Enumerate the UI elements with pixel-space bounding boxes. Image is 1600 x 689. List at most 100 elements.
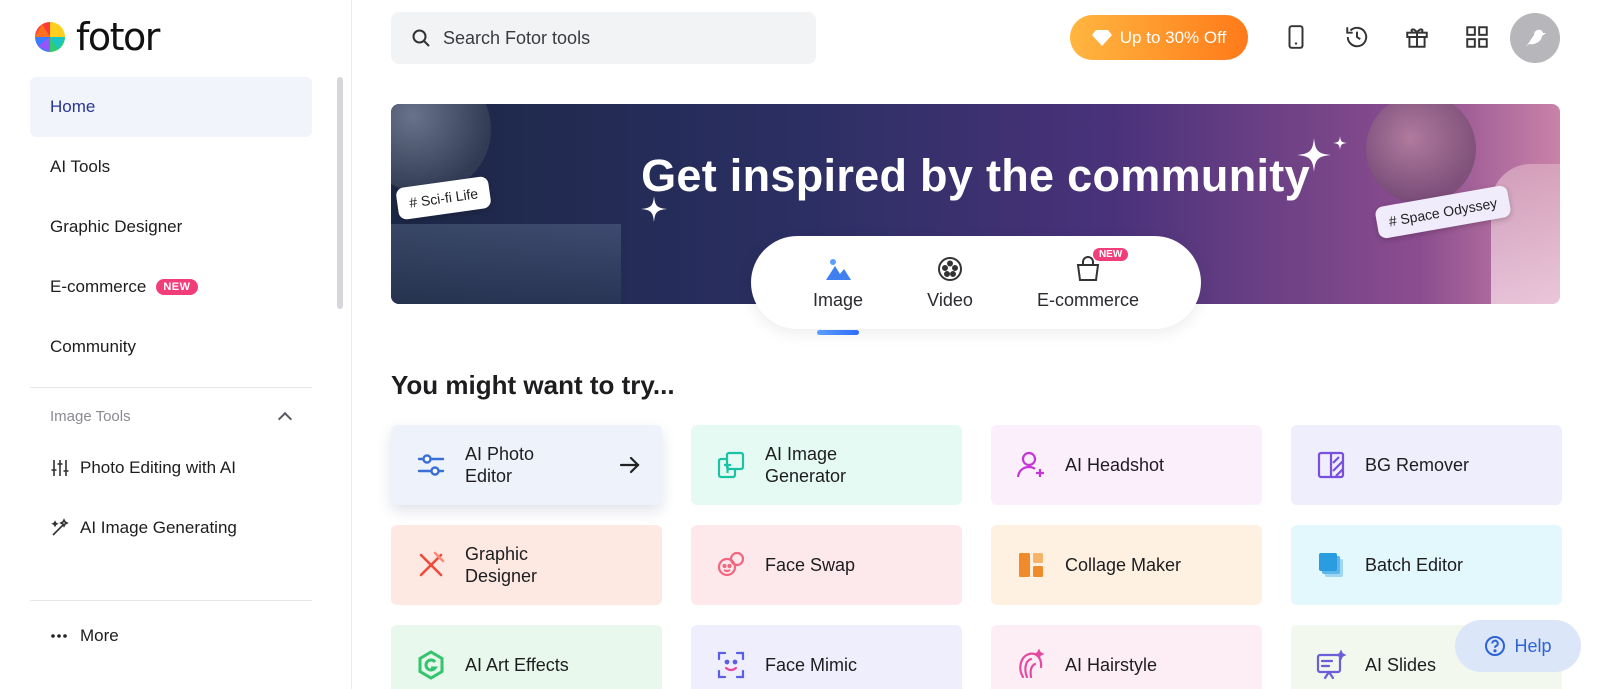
tool-card-ai-photo-editor[interactable]: AI Photo Editor [391,425,662,505]
sliders-icon [51,460,69,476]
history-icon [1346,26,1368,48]
sidebar-item-community[interactable]: Community [30,317,312,377]
banner-title: Get inspired by the community [641,150,1310,201]
bird-icon [1526,29,1546,47]
fotor-logo[interactable]: fotor [32,15,160,59]
tab-label: E-commerce [1036,290,1139,310]
sliders-icon [417,454,445,476]
card-label: Face Swap [765,554,856,575]
sidebar-tool-label: Photo Editing with AI [80,458,236,477]
film-reel-icon [938,257,962,281]
tool-card-face-mimic[interactable]: Face Mimic [691,625,962,689]
tool-card-batch-editor[interactable]: Batch Editor [1291,525,1562,605]
tool-card-ai-hairstyle[interactable]: AI Hairstyle [991,625,1262,689]
avatar[interactable] [1510,13,1560,63]
sidebar-divider [30,387,312,388]
arrow-right-icon [619,456,640,474]
mobile-icon [1288,25,1304,49]
brand-name: fotor [76,15,160,59]
search-icon [412,29,430,47]
chevron-up-icon [277,411,293,427]
gift-icon [1406,28,1428,48]
sidebar-tool-photo-editing[interactable]: Photo Editing with AI [50,458,236,478]
tool-card-grid: AI Photo Editor AI Image Generator AI He… [391,425,1562,689]
tab-e-commerce[interactable]: NEW E-commerce [1036,248,1139,311]
sidebar: fotor Home AI Tools Graphic Designer E-c… [0,0,352,689]
card-label: Graphic Designer [465,543,538,587]
help-icon [1485,636,1506,656]
diamond-icon [1091,29,1112,46]
tool-card-face-swap[interactable]: Face Swap [691,525,962,605]
design-tools-icon [419,551,445,577]
tool-card-ai-art-effects[interactable]: AI Art Effects [391,625,662,689]
section-label: Image Tools [50,408,131,425]
sidebar-item-label: Home [50,97,96,116]
active-tab-indicator [817,330,860,335]
sidebar-item-label: E-commerce [50,277,147,296]
card-label: Face Mimic [765,654,858,675]
sidebar-item-graphic-designer[interactable]: Graphic Designer [30,197,312,257]
fotor-logo-icon [35,22,65,52]
apps-grid-icon [1466,26,1488,48]
image-icon [826,259,852,280]
collage-icon [1019,553,1043,577]
promo-button[interactable]: Up to 30% Off [1070,15,1248,60]
card-label: AI Photo Editor [465,443,535,487]
tool-card-ai-image-generator[interactable]: AI Image Generator [691,425,962,505]
sidebar-item-e-commerce[interactable]: E-commerce NEW [30,257,312,317]
mobile-app-button[interactable] [1280,21,1312,53]
slides-icon [1316,649,1347,680]
sidebar-divider [30,600,312,601]
image-tools-section-toggle[interactable]: Image Tools [50,408,294,427]
magic-wand-icon [51,518,69,536]
card-label: AI Slides [1365,654,1437,675]
sidebar-item-home[interactable]: Home [30,77,312,137]
card-label: Collage Maker [1065,554,1182,575]
ellipsis-icon [51,634,67,638]
art-effects-icon [418,650,444,680]
hairstyle-icon [1019,649,1045,679]
tab-label: Video [927,290,973,310]
bg-remover-icon [1317,451,1345,479]
promo-label: Up to 30% Off [1119,27,1227,47]
help-button[interactable]: Help [1455,620,1581,672]
landscape-illustration [391,224,621,304]
tool-card-collage-maker[interactable]: Collage Maker [991,525,1262,605]
sidebar-item-ai-tools[interactable]: AI Tools [30,137,312,197]
more-menu-button[interactable]: More [50,626,119,646]
headshot-icon [1016,451,1044,478]
sidebar-scrollbar[interactable] [337,77,343,309]
history-button[interactable] [1341,21,1373,53]
tab-image[interactable]: Image [813,254,864,335]
sidebar-item-label: Graphic Designer [50,217,183,236]
tool-card-ai-headshot[interactable]: AI Headshot [991,425,1262,505]
tool-card-graphic-designer[interactable]: Graphic Designer [391,525,662,605]
face-swap-icon [717,551,745,577]
face-mimic-icon [717,651,745,679]
sidebar-item-label: AI Tools [50,157,111,176]
new-badge: NEW [156,279,198,295]
help-label: Help [1514,635,1552,656]
search-bar[interactable] [391,12,816,64]
sidebar-tool-ai-image-generating[interactable]: AI Image Generating [50,518,237,538]
card-label: AI Art Effects [465,654,569,675]
tool-card-bg-remover[interactable]: BG Remover [1291,425,1562,505]
card-label: Batch Editor [1365,554,1464,575]
sidebar-nav: Home AI Tools Graphic Designer E-commerc… [30,77,312,377]
tab-label: Image [813,290,864,310]
content-type-switcher: Image Video NEW E-commerce [751,236,1201,335]
card-label: BG Remover [1365,454,1470,475]
sidebar-tool-label: AI Image Generating [80,518,237,537]
gift-button[interactable] [1401,21,1433,53]
tab-video[interactable]: Video [927,254,973,311]
sparkle-icon [1333,136,1347,150]
search-input[interactable] [443,27,803,49]
sidebar-item-label: Community [50,337,136,356]
card-label: AI Hairstyle [1065,654,1158,675]
card-label: AI Image Generator [765,443,847,487]
new-badge: NEW [1092,248,1129,261]
card-label: AI Headshot [1065,454,1165,475]
more-label: More [80,626,119,645]
apps-button[interactable] [1461,21,1493,53]
batch-layers-icon [1319,553,1343,577]
